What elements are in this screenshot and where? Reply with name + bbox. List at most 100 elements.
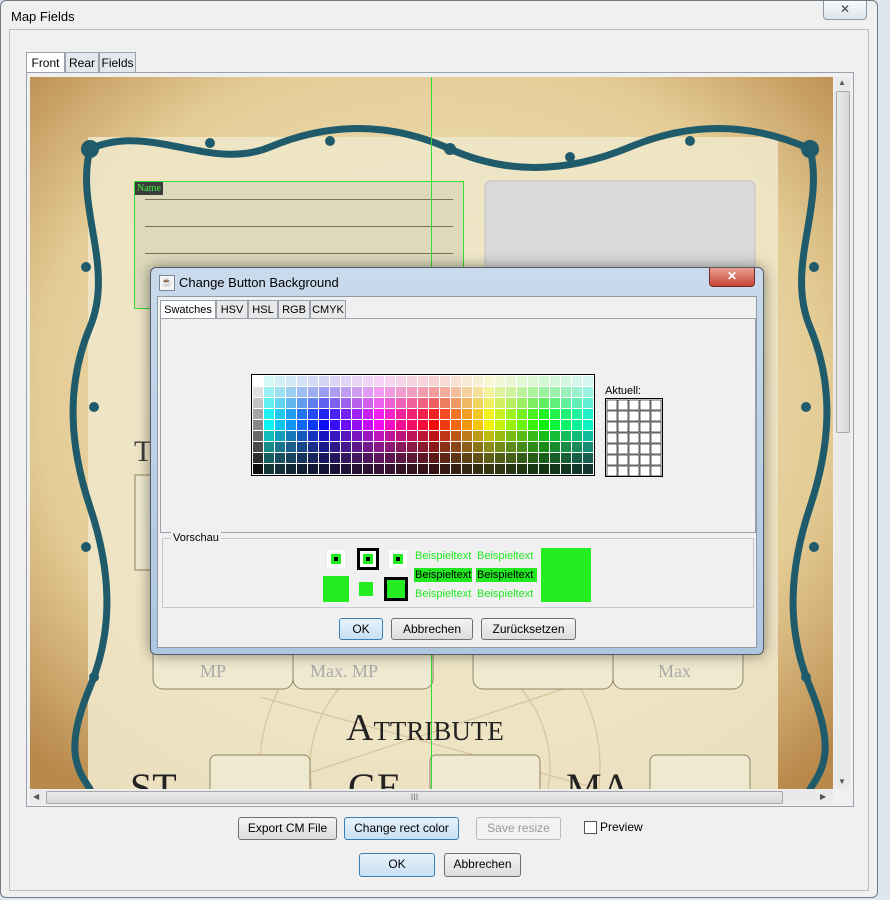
color-swatch[interactable]: [286, 464, 296, 474]
recent-swatch[interactable]: [628, 443, 640, 455]
color-swatch[interactable]: [528, 431, 538, 441]
color-swatch[interactable]: [275, 453, 285, 463]
color-swatch[interactable]: [539, 420, 549, 430]
color-swatch[interactable]: [506, 387, 516, 397]
color-swatch[interactable]: [495, 387, 505, 397]
color-swatch[interactable]: [264, 398, 274, 408]
color-swatch[interactable]: [308, 431, 318, 441]
color-swatch[interactable]: [264, 376, 274, 386]
color-swatch[interactable]: [550, 453, 560, 463]
color-swatch[interactable]: [572, 387, 582, 397]
horizontal-scrollbar[interactable]: ◀ III ▶: [30, 790, 833, 804]
color-swatch[interactable]: [440, 453, 450, 463]
color-swatch[interactable]: [572, 442, 582, 452]
color-swatch[interactable]: [363, 464, 373, 474]
color-swatch[interactable]: [352, 387, 362, 397]
scroll-left-icon[interactable]: ◀: [33, 792, 39, 801]
color-swatch[interactable]: [407, 442, 417, 452]
color-swatch[interactable]: [550, 376, 560, 386]
color-swatch[interactable]: [363, 431, 373, 441]
color-swatch[interactable]: [462, 420, 472, 430]
color-swatch[interactable]: [506, 442, 516, 452]
ok-button[interactable]: OK: [359, 853, 435, 877]
color-swatch[interactable]: [374, 464, 384, 474]
color-swatch[interactable]: [330, 453, 340, 463]
color-swatch[interactable]: [528, 420, 538, 430]
color-swatch[interactable]: [451, 387, 461, 397]
color-swatch[interactable]: [330, 387, 340, 397]
color-swatch[interactable]: [396, 453, 406, 463]
recent-swatch[interactable]: [650, 454, 662, 466]
dialog-reset-button[interactable]: Zurücksetzen: [481, 618, 576, 640]
color-swatch[interactable]: [462, 387, 472, 397]
color-swatch[interactable]: [429, 376, 439, 386]
color-swatch[interactable]: [539, 387, 549, 397]
color-swatch[interactable]: [451, 464, 461, 474]
color-swatch[interactable]: [286, 398, 296, 408]
color-swatch[interactable]: [308, 387, 318, 397]
dialog-cancel-button[interactable]: Abbrechen: [391, 618, 473, 640]
color-swatch[interactable]: [286, 409, 296, 419]
color-swatch[interactable]: [330, 376, 340, 386]
color-swatch[interactable]: [308, 376, 318, 386]
save-resize-button[interactable]: Save resize: [476, 817, 561, 840]
color-swatch[interactable]: [495, 398, 505, 408]
color-swatch[interactable]: [561, 409, 571, 419]
color-swatch[interactable]: [297, 464, 307, 474]
color-swatch[interactable]: [572, 376, 582, 386]
color-swatch[interactable]: [484, 453, 494, 463]
color-swatch[interactable]: [308, 398, 318, 408]
color-swatch[interactable]: [418, 431, 428, 441]
recent-swatch[interactable]: [650, 432, 662, 444]
color-swatch[interactable]: [418, 376, 428, 386]
color-swatch[interactable]: [484, 398, 494, 408]
tab-front[interactable]: Front: [26, 52, 65, 74]
color-swatch[interactable]: [528, 464, 538, 474]
color-swatch[interactable]: [374, 409, 384, 419]
color-swatch[interactable]: [352, 376, 362, 386]
color-swatch[interactable]: [396, 376, 406, 386]
color-swatch[interactable]: [528, 376, 538, 386]
tab-swatches[interactable]: Swatches: [160, 300, 216, 320]
color-swatch[interactable]: [418, 398, 428, 408]
color-swatch[interactable]: [429, 464, 439, 474]
color-swatch[interactable]: [308, 409, 318, 419]
color-swatch[interactable]: [385, 442, 395, 452]
color-swatch[interactable]: [319, 387, 329, 397]
color-swatch[interactable]: [418, 387, 428, 397]
color-swatch[interactable]: [572, 431, 582, 441]
vertical-scrollbar[interactable]: ▲ ▼: [834, 77, 850, 789]
color-swatch[interactable]: [451, 398, 461, 408]
color-swatch[interactable]: [275, 398, 285, 408]
color-swatch[interactable]: [506, 464, 516, 474]
color-swatch[interactable]: [308, 464, 318, 474]
tab-rear[interactable]: Rear: [65, 52, 99, 74]
color-swatch[interactable]: [506, 453, 516, 463]
color-swatch[interactable]: [583, 398, 593, 408]
color-swatch[interactable]: [407, 464, 417, 474]
color-swatch[interactable]: [440, 398, 450, 408]
recent-swatch[interactable]: [606, 443, 618, 455]
color-swatch[interactable]: [407, 409, 417, 419]
color-swatch[interactable]: [418, 442, 428, 452]
color-swatch[interactable]: [308, 453, 318, 463]
color-swatch[interactable]: [341, 398, 351, 408]
color-swatch[interactable]: [363, 376, 373, 386]
export-cm-file-button[interactable]: Export CM File: [238, 817, 337, 840]
color-swatch[interactable]: [528, 453, 538, 463]
color-swatch[interactable]: [429, 387, 439, 397]
color-swatch[interactable]: [517, 376, 527, 386]
color-swatch[interactable]: [264, 409, 274, 419]
recent-swatch[interactable]: [650, 465, 662, 476]
color-swatch[interactable]: [462, 464, 472, 474]
color-swatch[interactable]: [385, 464, 395, 474]
recent-swatch[interactable]: [606, 432, 618, 444]
color-swatch[interactable]: [341, 420, 351, 430]
color-swatch[interactable]: [396, 464, 406, 474]
recent-swatch[interactable]: [617, 399, 629, 411]
color-swatch[interactable]: [407, 376, 417, 386]
color-swatch[interactable]: [330, 398, 340, 408]
color-swatch[interactable]: [264, 442, 274, 452]
color-swatch[interactable]: [473, 409, 483, 419]
recent-swatch[interactable]: [606, 399, 618, 411]
